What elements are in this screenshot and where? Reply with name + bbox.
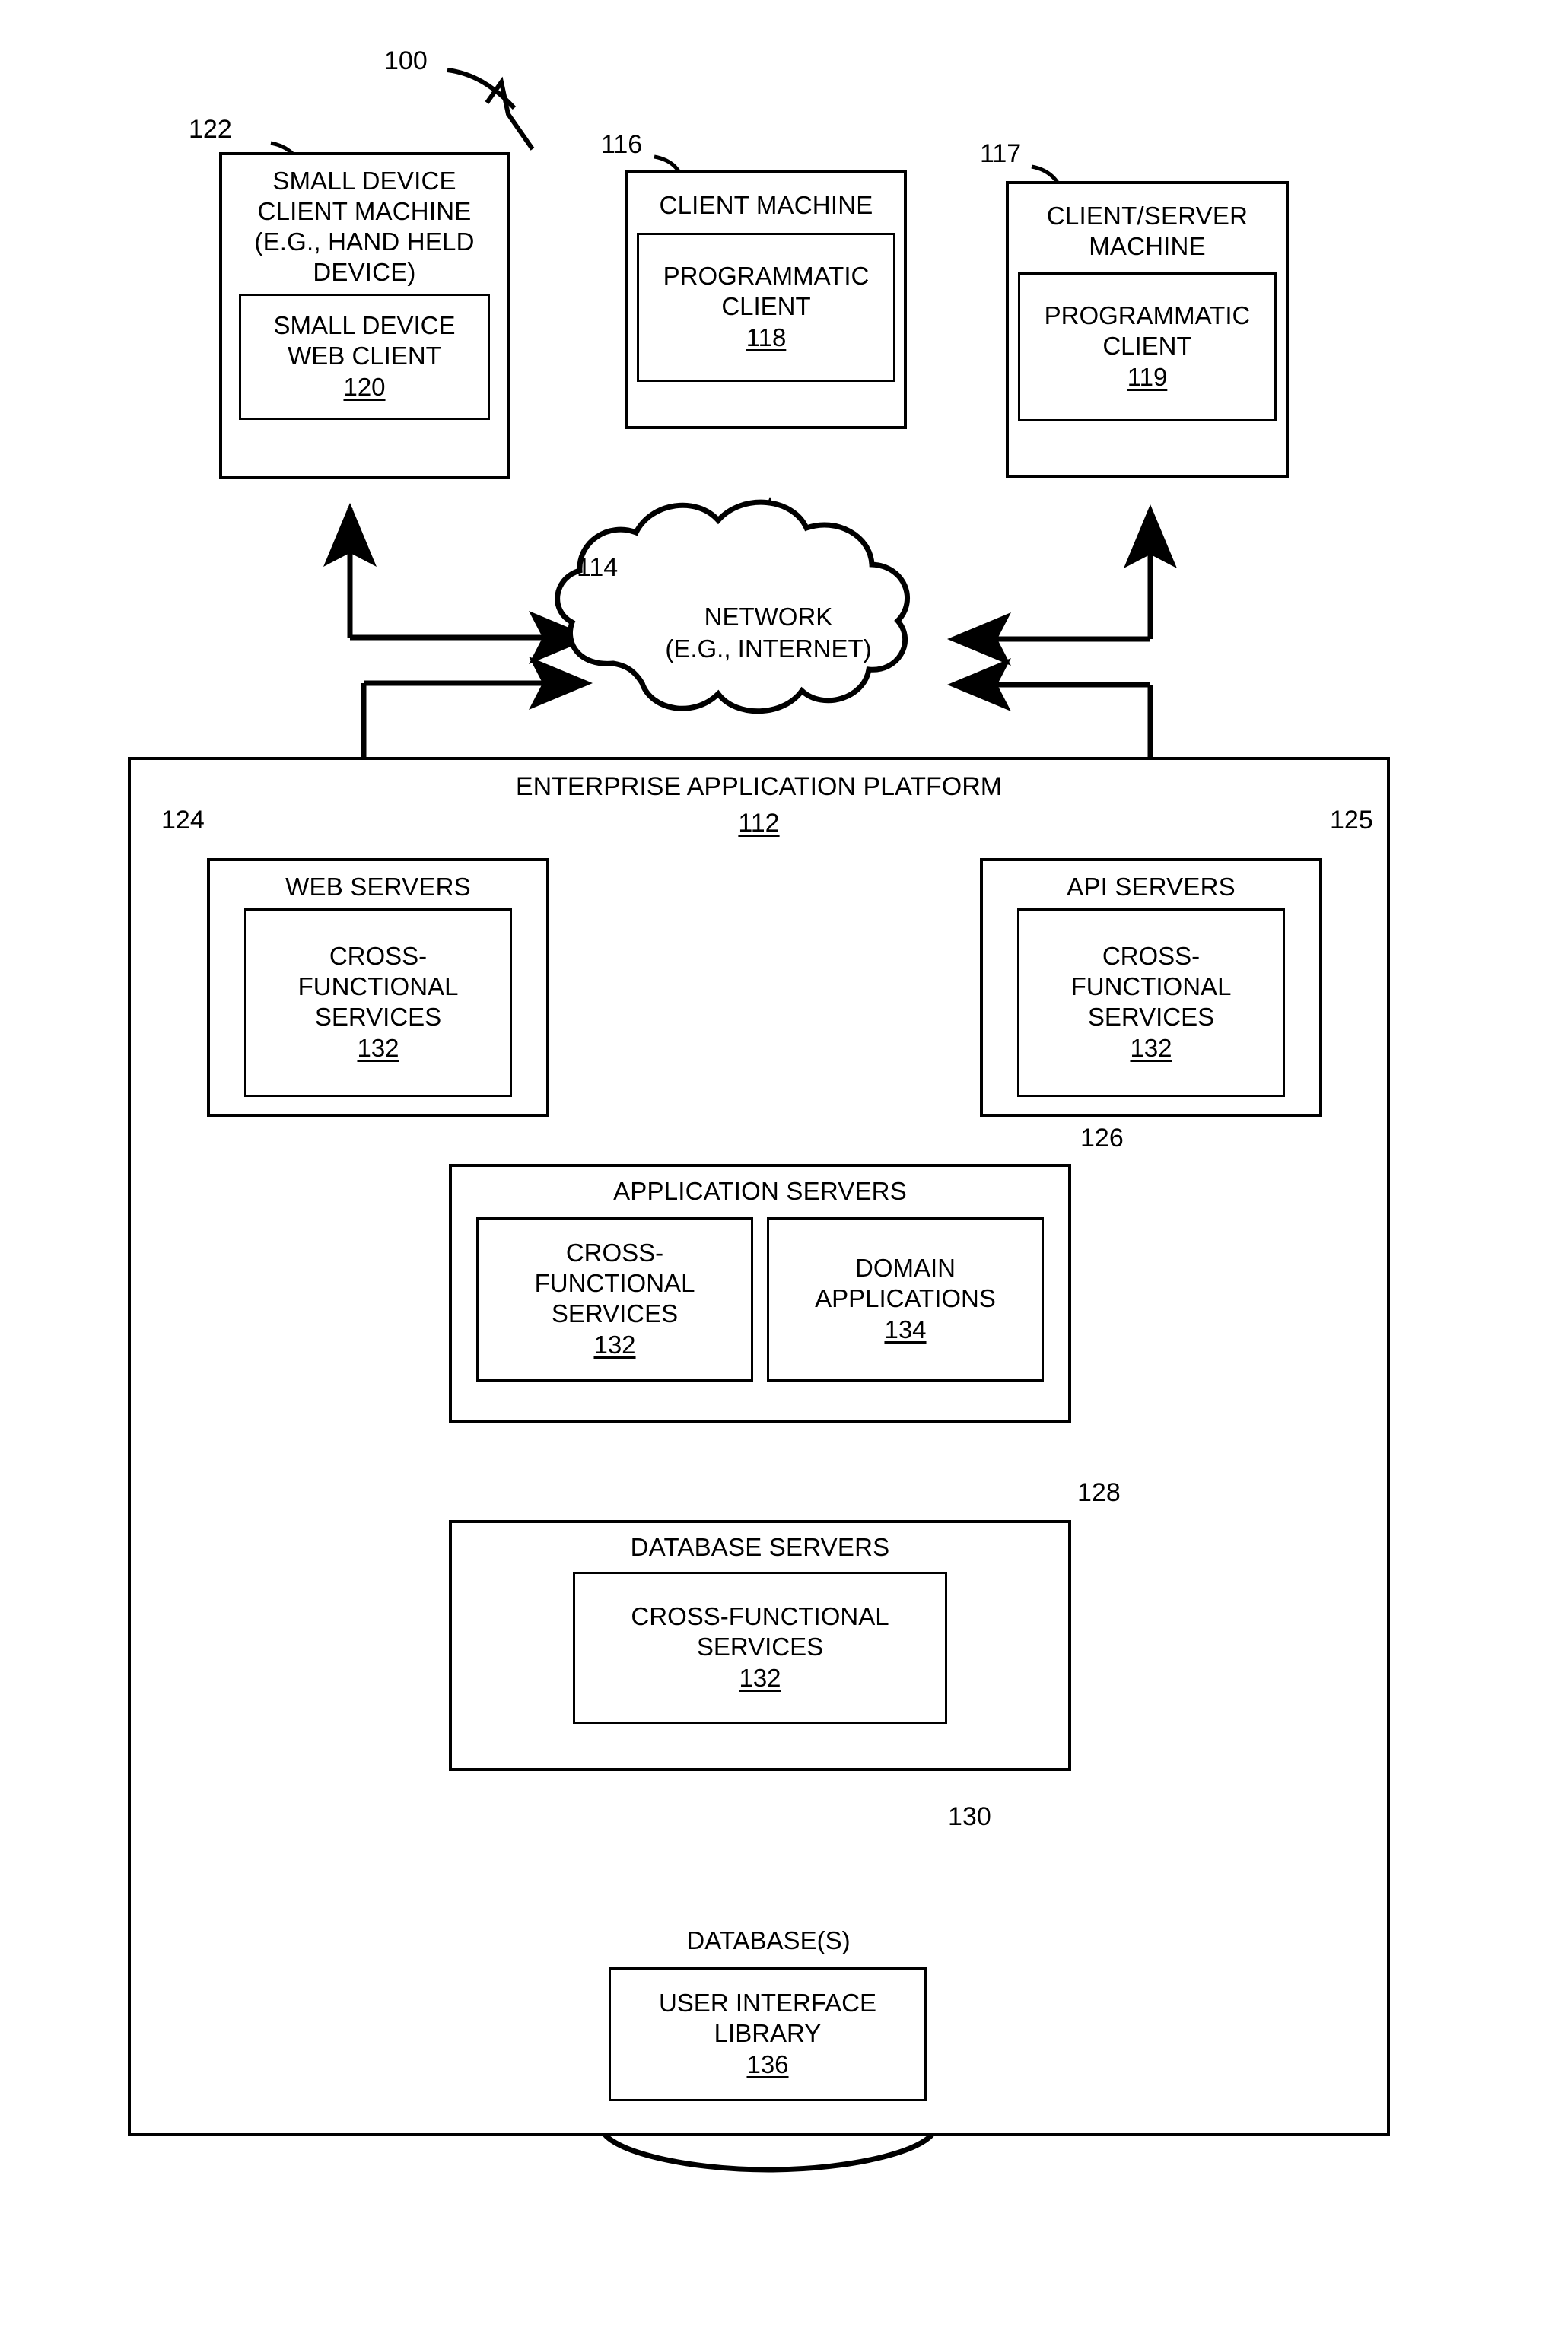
- domain-applications-ref: 134: [884, 1315, 927, 1344]
- enterprise-application-platform-title: ENTERPRISE APPLICATION PLATFORM: [515, 772, 1003, 801]
- application-servers-cross-functional-services-box[interactable]: CROSS- FUNCTIONAL SERVICES 132: [476, 1217, 753, 1382]
- database-servers-box[interactable]: DATABASE SERVERS CROSS-FUNCTIONAL SERVIC…: [449, 1520, 1071, 1771]
- ref-130: 130: [948, 1802, 991, 1831]
- application-servers-title: APPLICATION SERVERS: [613, 1177, 907, 1205]
- web-servers-cross-functional-services-box[interactable]: CROSS- FUNCTIONAL SERVICES 132: [244, 908, 512, 1097]
- programmatic-client-119-ref: 119: [1127, 363, 1168, 391]
- database-servers-cfs-ref: 132: [739, 1664, 781, 1692]
- client-server-machine-box[interactable]: CLIENT/SERVER MACHINE PROGRAMMATIC CLIEN…: [1006, 181, 1289, 478]
- user-interface-library-box[interactable]: USER INTERFACE LIBRARY 136: [609, 1967, 927, 2101]
- ref-117: 117: [980, 139, 1022, 168]
- database-servers-cfs-title: CROSS-FUNCTIONAL SERVICES: [631, 1602, 889, 1661]
- programmatic-client-118-box[interactable]: PROGRAMMATIC CLIENT 118: [637, 233, 895, 382]
- ref-114: 114: [577, 553, 619, 582]
- database-servers-title: DATABASE SERVERS: [630, 1533, 890, 1561]
- databases-label-group: DATABASE(S): [601, 1925, 936, 1957]
- small-device-web-client-box[interactable]: SMALL DEVICE WEB CLIENT 120: [239, 294, 490, 420]
- databases-title: DATABASE(S): [686, 1926, 851, 1954]
- ref-124: 124: [161, 806, 205, 835]
- web-servers-cfs-ref: 132: [357, 1034, 399, 1062]
- application-servers-box[interactable]: APPLICATION SERVERS CROSS- FUNCTIONAL SE…: [449, 1164, 1071, 1423]
- programmatic-client-118-ref: 118: [746, 323, 787, 351]
- domain-applications-box[interactable]: DOMAIN APPLICATIONS 134: [767, 1217, 1044, 1382]
- api-servers-box[interactable]: API SERVERS CROSS- FUNCTIONAL SERVICES 1…: [980, 858, 1322, 1117]
- figure-ref-leader: [447, 68, 517, 110]
- ref-126: 126: [1080, 1124, 1124, 1153]
- application-servers-cfs-title: CROSS- FUNCTIONAL SERVICES: [534, 1239, 695, 1328]
- api-servers-cfs-ref: 132: [1130, 1034, 1172, 1062]
- client-machine-title: CLIENT MACHINE: [659, 191, 873, 219]
- database-servers-cross-functional-services-box[interactable]: CROSS-FUNCTIONAL SERVICES 132: [573, 1572, 947, 1724]
- web-servers-cfs-title: CROSS- FUNCTIONAL SERVICES: [297, 942, 459, 1031]
- api-servers-cfs-title: CROSS- FUNCTIONAL SERVICES: [1070, 942, 1232, 1031]
- ref-128: 128: [1077, 1478, 1121, 1507]
- client-server-machine-title: CLIENT/SERVER MACHINE: [1046, 202, 1248, 260]
- small-device-web-client-ref: 120: [343, 373, 386, 401]
- web-servers-box[interactable]: WEB SERVERS CROSS- FUNCTIONAL SERVICES 1…: [207, 858, 549, 1117]
- api-servers-cross-functional-services-box[interactable]: CROSS- FUNCTIONAL SERVICES 132: [1017, 908, 1285, 1097]
- api-servers-title: API SERVERS: [1067, 873, 1236, 901]
- programmatic-client-118-title: PROGRAMMATIC CLIENT: [663, 262, 870, 320]
- programmatic-client-119-title: PROGRAMMATIC CLIENT: [1044, 301, 1251, 360]
- small-device-web-client-title: SMALL DEVICE WEB CLIENT: [273, 311, 456, 370]
- ref-122: 122: [189, 115, 232, 144]
- small-device-client-machine-box[interactable]: SMALL DEVICE CLIENT MACHINE (E.G., HAND …: [219, 152, 510, 479]
- small-device-client-machine-title: SMALL DEVICE CLIENT MACHINE (E.G., HAND …: [254, 167, 475, 286]
- figure-ref-100: 100: [384, 46, 428, 75]
- enterprise-application-platform-ref: 112: [738, 809, 780, 838]
- application-servers-cfs-ref: 132: [593, 1331, 636, 1359]
- user-interface-library-title: USER INTERFACE LIBRARY: [658, 1989, 877, 2047]
- domain-applications-title: DOMAIN APPLICATIONS: [815, 1254, 996, 1312]
- ref-116: 116: [601, 130, 643, 159]
- web-servers-title: WEB SERVERS: [285, 873, 471, 901]
- user-interface-library-ref: 136: [746, 2050, 789, 2078]
- patent-figure: 100 122 SMALL DEVICE CLIENT MACHINE (E.G…: [0, 0, 1568, 2331]
- ref-125: 125: [1330, 806, 1373, 835]
- network-cloud-label: NETWORK (E.G., INTERNET): [665, 603, 872, 663]
- programmatic-client-119-box[interactable]: PROGRAMMATIC CLIENT 119: [1018, 272, 1277, 421]
- client-machine-box[interactable]: CLIENT MACHINE PROGRAMMATIC CLIENT 118: [625, 170, 907, 429]
